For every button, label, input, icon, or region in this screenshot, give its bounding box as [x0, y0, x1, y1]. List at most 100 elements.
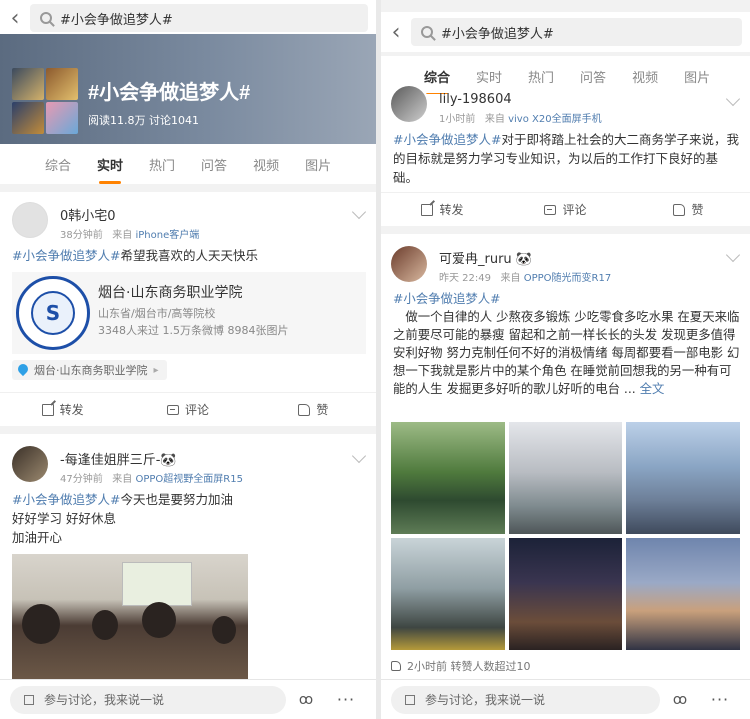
grid-photo[interactable]: [391, 538, 505, 650]
avatar[interactable]: [391, 246, 427, 282]
cover-thumb: [46, 68, 78, 100]
back-arrow-icon[interactable]: ‹: [381, 20, 411, 45]
tab-hot[interactable]: 热门: [136, 155, 188, 174]
topic-stats: 阅读11.8万 讨论1041: [88, 114, 199, 127]
grid-photo[interactable]: [508, 538, 623, 650]
left-screen: ‹ #小会争做追梦人# #小会争做追梦人# 阅读11.8万 讨论1041 综合 …: [0, 0, 376, 719]
student-silhouette: [212, 616, 236, 644]
student-silhouette: [22, 604, 60, 644]
student-silhouette: [142, 602, 176, 638]
topic-tabs: 综合 实时 热门 问答 视频 图片: [381, 56, 750, 96]
comment-button[interactable]: 评论: [504, 201, 627, 218]
cover-thumb: [46, 102, 78, 134]
back-arrow-icon[interactable]: ‹: [0, 6, 30, 31]
chevron-down-icon[interactable]: [725, 247, 741, 263]
discuss-placeholder: 参与讨论，我来说一说: [44, 693, 165, 707]
tab-realtime[interactable]: 实时: [84, 155, 136, 184]
post-source[interactable]: vivo X20全面屏手机: [508, 114, 602, 125]
summary-text: 2小时前 转赞人数超过10: [407, 660, 531, 673]
repost-button[interactable]: 转发: [0, 401, 125, 418]
discuss-input[interactable]: 参与讨论，我来说一说: [391, 685, 660, 714]
post-text: #小会争做追梦人# 做一个自律的人 少熬夜多锻炼 少吃零食多吃水果 在夏天来临之…: [393, 290, 740, 398]
post-author[interactable]: 0韩小宅0: [60, 205, 116, 224]
post-author[interactable]: lily-198604: [439, 92, 512, 107]
tab-comprehensive[interactable]: 综合: [32, 155, 84, 174]
source-prefix: 来自: [112, 474, 133, 485]
topic-tag[interactable]: #小会争做追梦人#: [12, 248, 120, 263]
chevron-down-icon[interactable]: [351, 204, 367, 220]
grid-photo[interactable]: [391, 422, 505, 534]
post-meta: 47分钟前 来自 OPPO超视野全面屏R15: [60, 470, 243, 485]
topic-tag[interactable]: #小会争做追梦人#: [393, 132, 501, 147]
tab-qa[interactable]: 问答: [188, 155, 240, 174]
topic-cover-collage: [12, 68, 78, 134]
like-label: 赞: [691, 203, 704, 217]
post-card: 0韩小宅0 38分钟前 来自 iPhone客户端 #小会争做追梦人#希望我喜欢的…: [0, 192, 376, 426]
avatar[interactable]: [12, 202, 48, 238]
more-icon[interactable]: ···: [326, 690, 366, 709]
post-body: 做一个自律的人 少熬夜多锻炼 少吃零食多吃水果 在夏天来临之前要尽可能的暴瘦 留…: [393, 309, 740, 396]
tab-realtime[interactable]: 实时: [463, 67, 515, 86]
like-label: 赞: [316, 403, 329, 417]
student-silhouette: [92, 610, 118, 640]
full-text-link[interactable]: 全文: [640, 381, 665, 396]
search-query: #小会争做追梦人#: [441, 26, 554, 42]
tab-video[interactable]: 视频: [240, 155, 292, 174]
like-button[interactable]: 赞: [251, 401, 376, 418]
post-meta: 1小时前 来自 vivo X20全面屏手机: [439, 110, 602, 125]
comment-button[interactable]: 评论: [125, 401, 250, 418]
tab-comprehensive[interactable]: 综合: [411, 67, 463, 96]
grid-photo[interactable]: [626, 538, 740, 650]
chevron-down-icon[interactable]: [725, 91, 741, 107]
repost-icon: [41, 403, 54, 416]
post-actions: 转发 评论 赞: [381, 192, 750, 226]
post-author[interactable]: 可爱冉_ruru 🐼: [439, 248, 532, 267]
location-pin-icon: [18, 364, 28, 376]
chevron-down-icon[interactable]: [351, 448, 367, 464]
topic-tag[interactable]: #小会争做追梦人#: [12, 492, 120, 507]
tab-video[interactable]: 视频: [619, 67, 671, 86]
like-icon: [391, 661, 401, 671]
location-label: 烟台·山东商务职业学院: [34, 364, 148, 377]
search-input[interactable]: #小会争做追梦人#: [30, 4, 368, 32]
post-time: 1小时前: [439, 114, 476, 125]
location-link-card[interactable]: S 烟台·山东商务职业学院 山东省/烟台市/高等院校 3348人来过 1.5万条…: [12, 272, 366, 354]
more-icon[interactable]: ···: [700, 690, 740, 709]
post-source[interactable]: OPPO随光而变R17: [524, 273, 611, 284]
discuss-placeholder: 参与讨论，我来说一说: [425, 693, 546, 707]
comment-label: 评论: [562, 203, 587, 217]
like-button[interactable]: 赞: [627, 201, 750, 218]
repost-button[interactable]: 转发: [381, 201, 504, 218]
search-input[interactable]: #小会争做追梦人#: [411, 18, 742, 46]
tab-qa[interactable]: 问答: [567, 67, 619, 86]
post-source[interactable]: iPhone客户端: [135, 230, 199, 241]
post-source[interactable]: OPPO超视野全面屏R15: [135, 474, 242, 485]
grid-photo[interactable]: [508, 422, 623, 534]
post-text: #小会争做追梦人#对于即将踏上社会的大二商务学子来说，我的目标就是努力学习专业知…: [393, 130, 740, 187]
post-actions: 转发 评论 赞: [0, 392, 376, 426]
topic-tabs: 综合 实时 热门 问答 视频 图片: [0, 144, 376, 184]
share-icon[interactable]: ꝏ: [286, 692, 326, 708]
avatar[interactable]: [12, 446, 48, 482]
search-icon: [40, 12, 52, 24]
avatar[interactable]: [391, 86, 427, 122]
topic-tag[interactable]: #小会争做追梦人#: [393, 291, 501, 306]
post-meta: 38分钟前 来自 iPhone客户端: [60, 226, 199, 241]
post-photo-classroom[interactable]: [12, 554, 248, 684]
discuss-input[interactable]: 参与讨论，我来说一说: [10, 685, 286, 714]
cover-thumb: [12, 68, 44, 100]
post-author[interactable]: -每逢佳姐胖三斤-🐼: [60, 449, 177, 468]
share-icon[interactable]: ꝏ: [660, 692, 700, 708]
repost-icon: [421, 203, 434, 216]
post-time: 47分钟前: [60, 474, 103, 485]
location-chip[interactable]: 烟台·山东商务职业学院 ▸: [12, 360, 167, 380]
tab-hot[interactable]: 热门: [515, 67, 567, 86]
tab-images[interactable]: 图片: [671, 67, 723, 86]
repost-label: 转发: [59, 403, 84, 417]
grid-photo[interactable]: [626, 422, 740, 534]
source-prefix: 来自: [112, 230, 133, 241]
tab-images[interactable]: 图片: [292, 155, 344, 174]
source-prefix: 来自: [484, 114, 505, 125]
link-title: 烟台·山东商务职业学院: [98, 285, 243, 301]
school-logo-emblem: S: [31, 291, 75, 335]
